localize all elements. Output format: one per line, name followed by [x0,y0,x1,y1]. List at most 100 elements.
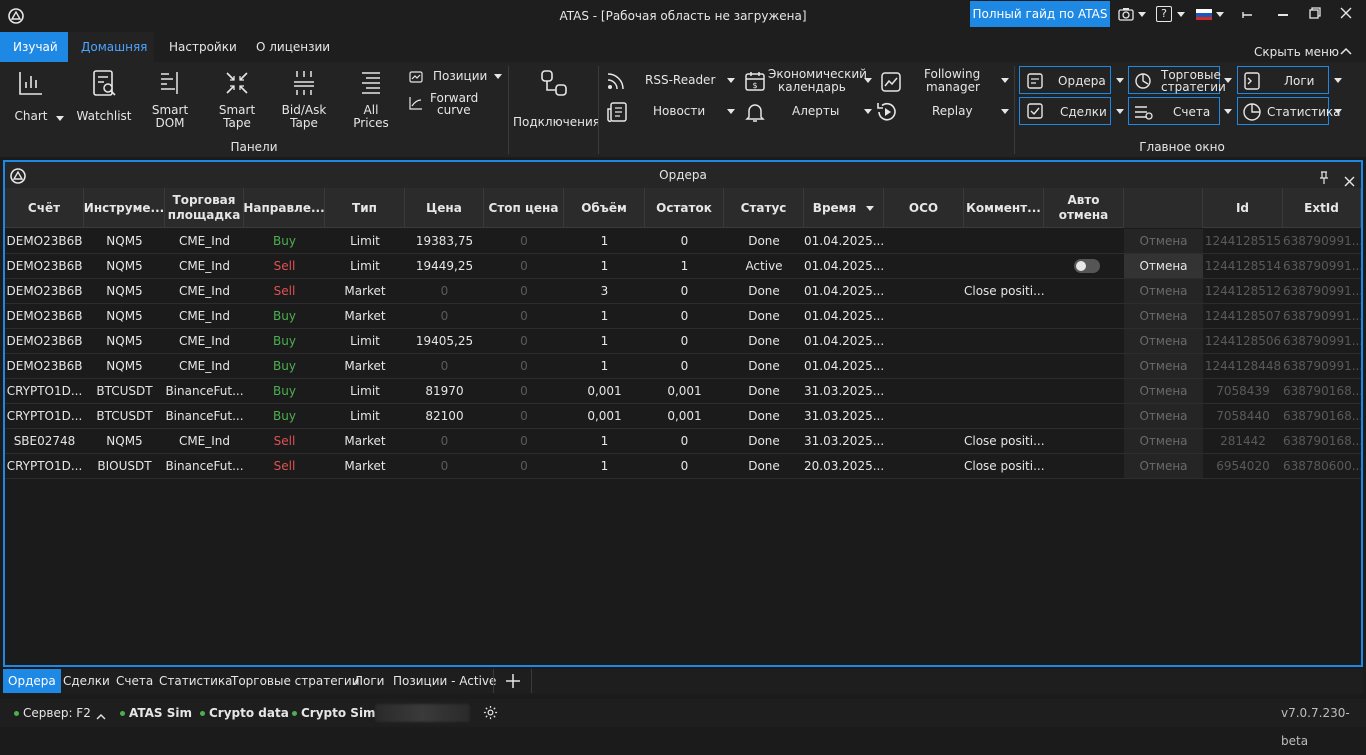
tab-home[interactable]: Домашняя [68,32,154,62]
help-chevron-down-icon[interactable] [1177,12,1185,17]
trades-window-button[interactable]: Сделки [1019,97,1111,125]
column-header-account[interactable]: Счёт [5,188,84,228]
cell-cancel[interactable]: Отмена [1124,404,1203,428]
cell-cancel[interactable]: Отмена [1124,454,1203,478]
chart-button[interactable]: Chart [10,68,52,123]
strategies-chevron-down-icon[interactable] [1224,78,1232,83]
news-chevron-down-icon[interactable] [727,109,735,114]
smart-dom-button[interactable]: Smart DOM [148,68,192,130]
bottom-tab-logs[interactable]: Логи [348,669,390,693]
replay-chevron-down-icon[interactable] [1001,109,1009,114]
chart-chevron-down-icon[interactable] [56,116,64,121]
add-tab-button[interactable] [493,669,532,693]
connection-atas-sim[interactable]: ATAS Sim [120,699,192,727]
smart-tape-button[interactable]: Smart Tape [215,68,259,130]
connection-crypto-sim[interactable]: Crypto Sim [292,699,376,727]
language-chevron-down-icon[interactable] [1216,12,1224,17]
cell-cancel[interactable]: Отмена [1124,304,1203,328]
column-header-volume[interactable]: Объём [564,188,645,228]
trading-strategies-button[interactable]: Торговые стратегии [1128,66,1226,94]
table-row[interactable]: DEMO23B6B NQM5 CME_Ind Buy Limit 19383,75 0 1 0 D… [5,229,1361,254]
trades-chevron-down-icon[interactable] [1116,109,1124,114]
bottom-tab-accounts[interactable]: Счета [110,669,159,693]
connection-crypto-data[interactable]: Crypto data [200,699,289,727]
alerts-chevron-down-icon[interactable] [864,109,872,114]
table-row[interactable]: CRYPTO1D... BTCUSDT BinanceFut... Buy Limit 8… [5,404,1361,429]
cell-cancel[interactable]: Отмена [1124,429,1203,453]
table-row[interactable]: DEMO23B6B NQM5 CME_Ind Sell Limit 19449,25 0 1 1… [5,254,1361,279]
cell-cancel[interactable]: Отмена [1124,254,1203,278]
accounts-window-button[interactable]: Счета [1128,97,1220,125]
following-chevron-down-icon[interactable] [1001,78,1009,83]
replay-button[interactable]: Replay [877,99,1002,125]
orders-window-button[interactable]: Ордера [1019,66,1111,94]
table-row[interactable]: DEMO23B6B NQM5 CME_Ind Buy Limit 19405,25 0 1 0 D… [5,329,1361,354]
column-header-direction[interactable]: Направле... [243,188,325,228]
accounts-chevron-down-icon[interactable] [1224,109,1232,114]
column-header-type[interactable]: Тип [325,188,405,228]
alerts-button[interactable]: Алерты [742,99,862,125]
cell-cancel[interactable]: Отмена [1124,229,1203,253]
watchlist-button[interactable]: Watchlist [76,68,132,123]
tab-license[interactable]: О лицензии [243,32,343,62]
minimize-icon[interactable] [1278,14,1288,16]
table-row[interactable]: DEMO23B6B NQM5 CME_Ind Buy Market 0 0 1 0 Done 01.… [5,304,1361,329]
rss-chevron-down-icon[interactable] [727,78,735,83]
sort-desc-icon[interactable] [866,205,875,211]
table-row[interactable]: CRYPTO1D... BTCUSDT BinanceFut... Buy Limit 8… [5,379,1361,404]
pin-window-icon[interactable] [1240,8,1254,25]
bottom-tab-trading-strategies[interactable]: Торговые стратегии [225,669,366,693]
economic-calendar-button[interactable]: $ Экономический календарь [742,66,867,96]
chevron-up-icon[interactable] [96,709,106,723]
logs-window-button[interactable]: Логи [1237,66,1329,94]
camera-icon[interactable] [1118,7,1134,24]
column-header-comment[interactable]: Коммент... [964,188,1044,228]
statistics-window-button[interactable]: Статистика [1237,97,1341,125]
cell-cancel[interactable]: Отмена [1124,379,1203,403]
logs-chevron-down-icon[interactable] [1334,78,1342,83]
bottom-tab-trades[interactable]: Сделки [57,669,116,693]
settings-gear-icon[interactable] [483,705,498,723]
column-header-status[interactable]: Статус [724,188,804,228]
orders-chevron-down-icon[interactable] [1116,78,1124,83]
column-header-oco[interactable]: OCO [884,188,964,228]
column-header-instrument[interactable]: Инструме... [84,188,165,228]
chevron-up-icon[interactable] [1340,44,1352,58]
column-header-time[interactable]: Время [804,188,884,228]
cell-cancel[interactable]: Отмена [1124,279,1203,303]
auto-cancel-toggle[interactable] [1074,259,1100,273]
connections-button[interactable]: Подключения [513,68,600,129]
cell-cancel[interactable]: Отмена [1124,329,1203,353]
column-header-cancel[interactable] [1124,188,1203,228]
forward-curve-button[interactable]: Forward curve [407,92,497,118]
column-header-exchange[interactable]: Торговая площадка [165,188,244,228]
maximize-icon[interactable] [1309,7,1321,22]
all-prices-button[interactable]: All Prices [350,68,392,130]
table-row[interactable]: SBE02748 NQM5 CME_Ind Sell Market 0 0 1 0 Done 31.… [5,429,1361,454]
language-flag-icon[interactable] [1196,9,1212,20]
statistics-chevron-down-icon[interactable] [1334,109,1342,114]
guide-button[interactable]: Полный гайд по ATAS [970,1,1110,27]
calendar-chevron-down-icon[interactable] [864,78,872,83]
column-header-id[interactable]: Id [1203,188,1283,228]
positions-button[interactable]: Позиции [407,68,507,86]
column-header-stop[interactable]: Стоп цена [484,188,564,228]
close-icon[interactable] [1340,7,1352,22]
camera-chevron-down-icon[interactable] [1138,12,1146,17]
bottom-tab-orders[interactable]: Ордера [3,669,61,693]
cell-cancel[interactable]: Отмена [1124,354,1203,378]
tab-learn[interactable]: Изучай [0,32,68,62]
help-icon[interactable]: ? [1156,6,1172,22]
column-header-extid[interactable]: ExtId [1283,188,1361,228]
table-row[interactable]: DEMO23B6B NQM5 CME_Ind Sell Market 0 0 3 0 Done 01… [5,279,1361,304]
server-status[interactable]: Сервер: F2 [14,699,91,727]
table-row[interactable]: DEMO23B6B NQM5 CME_Ind Buy Market 0 0 1 0 Done 01.… [5,354,1361,379]
positions-chevron-down-icon[interactable] [494,74,502,79]
following-manager-button[interactable]: Following manager [878,66,1002,96]
tab-settings[interactable]: Настройки [156,32,250,62]
bottom-tab-positions-active[interactable]: Позиции - Active [387,669,502,693]
rss-reader-button[interactable]: RSS-Reader [604,68,734,94]
column-header-price[interactable]: Цена [405,188,484,228]
table-row[interactable]: CRYPTO1D... BIOUSDT BinanceFut... Sell Marke… [5,454,1361,479]
column-header-remaining[interactable]: Остаток [645,188,724,228]
